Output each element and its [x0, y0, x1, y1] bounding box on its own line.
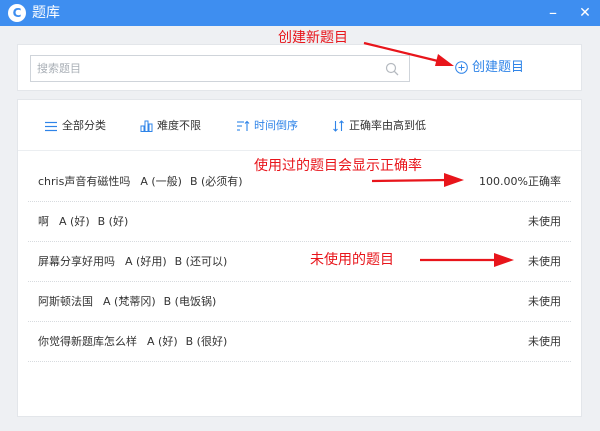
- question-title: 阿斯顿法国: [38, 295, 93, 308]
- app-logo-icon: C: [8, 4, 26, 22]
- option-b: B (好): [97, 215, 129, 228]
- accuracy-status: 100.00%正确率: [479, 175, 561, 188]
- question-title: 你觉得新题库怎么样: [38, 335, 137, 348]
- minimize-button[interactable]: –: [542, 0, 564, 26]
- list-icon: [45, 121, 57, 131]
- annotation-arrow-unused: [420, 253, 514, 267]
- sort-arrows-icon: [333, 120, 344, 132]
- annotation-create: 创建新题目: [278, 30, 348, 46]
- create-question-button[interactable]: 创建题目: [455, 58, 524, 78]
- option-a: A (好): [59, 215, 90, 228]
- sort-accuracy[interactable]: 正确率由高到低: [332, 117, 426, 135]
- add-circle-icon: [455, 61, 468, 74]
- annotation-arrow-used: [371, 173, 464, 187]
- filter-difficulty[interactable]: 难度不限: [140, 117, 201, 135]
- option-b: B (很好): [185, 335, 228, 348]
- usage-status: 未使用: [528, 295, 561, 308]
- filter-bar: 全部分类 难度不限 时间倒序 正确率由高到低: [18, 100, 581, 151]
- app-logo-letter: C: [12, 6, 22, 20]
- search-input[interactable]: [37, 59, 367, 78]
- sort-time[interactable]: 时间倒序: [236, 117, 298, 135]
- option-a: A (一般): [140, 175, 182, 188]
- usage-status: 未使用: [528, 335, 561, 348]
- filter-category[interactable]: 全部分类: [44, 117, 106, 135]
- close-button[interactable]: ✕: [574, 0, 596, 26]
- question-text: 阿斯顿法国 A (梵蒂冈) B (电饭锅): [38, 293, 224, 309]
- question-row[interactable]: 阿斯顿法国 A (梵蒂冈) B (电饭锅) 未使用: [28, 281, 571, 322]
- question-text: 啊 A (好) B (好): [38, 213, 136, 229]
- option-a: A (好): [147, 335, 178, 348]
- search-box[interactable]: [30, 55, 410, 82]
- search-panel: 创建题目: [17, 44, 582, 91]
- question-text: chris声音有磁性吗 A (一般) B (必须有): [38, 173, 251, 189]
- create-question-label: 创建题目: [472, 60, 525, 75]
- sort-time-icon: [237, 120, 250, 131]
- sort-time-label: 时间倒序: [254, 119, 298, 132]
- filter-difficulty-label: 难度不限: [157, 119, 201, 132]
- question-row[interactable]: 啊 A (好) B (好) 未使用: [28, 201, 571, 242]
- annotation-arrow-create: [363, 41, 454, 66]
- option-a: A (好用): [125, 255, 167, 268]
- question-text: 你觉得新题库怎么样 A (好) B (很好): [38, 333, 235, 349]
- option-b: B (电饭锅): [163, 295, 217, 308]
- window-title: 题库: [32, 5, 60, 21]
- question-title: 屏幕分享好用吗: [38, 255, 115, 268]
- question-row[interactable]: 你觉得新题库怎么样 A (好) B (很好) 未使用: [28, 321, 571, 362]
- option-b: B (还可以): [174, 255, 228, 268]
- question-text: 屏幕分享好用吗 A (好用) B (还可以): [38, 253, 235, 269]
- bar-chart-icon: [140, 120, 153, 132]
- usage-status: 未使用: [528, 255, 561, 268]
- title-bar: C 题库 – ✕: [0, 0, 600, 26]
- usage-status: 未使用: [528, 215, 561, 228]
- annotation-unused: 未使用的题目: [310, 252, 394, 268]
- question-title: 啊: [38, 215, 49, 228]
- sort-accuracy-label: 正确率由高到低: [349, 119, 426, 132]
- filter-category-label: 全部分类: [62, 119, 106, 132]
- option-a: A (梵蒂冈): [103, 295, 156, 308]
- question-title: chris声音有磁性吗: [38, 175, 131, 188]
- option-b: B (必须有): [189, 175, 243, 188]
